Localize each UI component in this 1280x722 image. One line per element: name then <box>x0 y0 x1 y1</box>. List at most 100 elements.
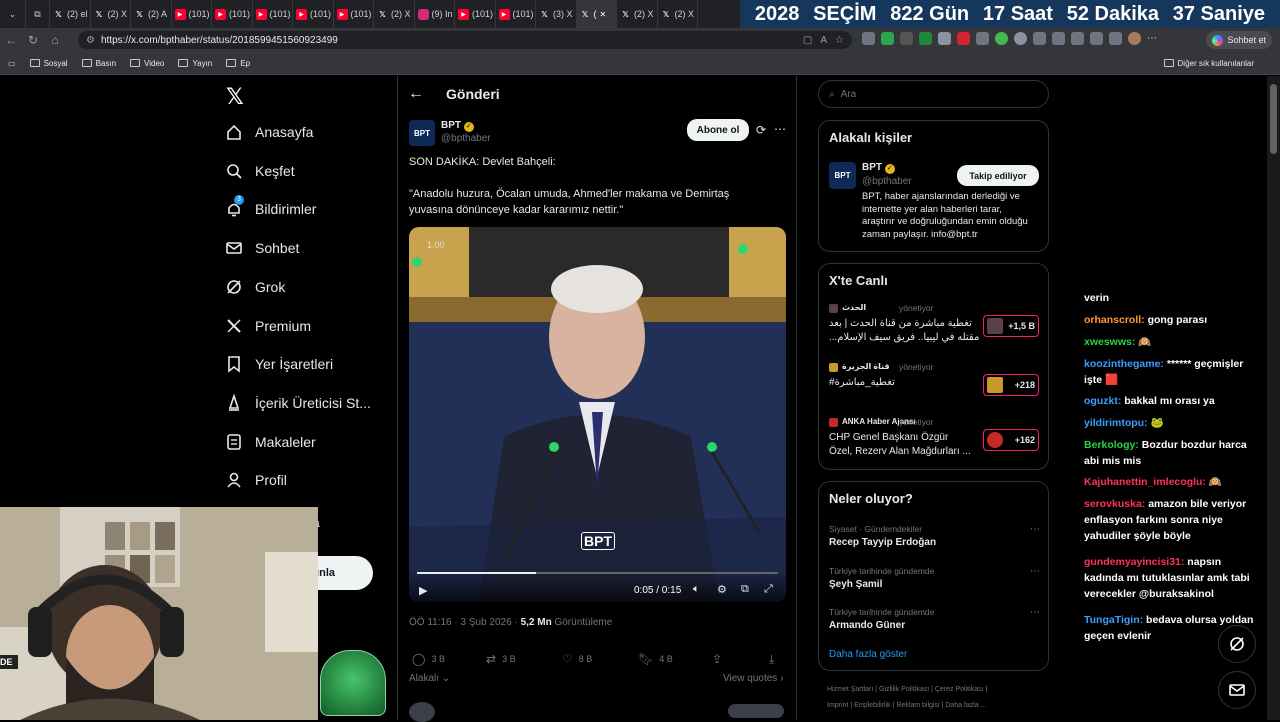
split-screen-icon[interactable] <box>1033 32 1046 45</box>
extension-icon[interactable] <box>938 32 951 45</box>
grok-icon[interactable]: ⟳ <box>756 123 766 137</box>
browser-tab[interactable]: 𝕏 (2) el <box>50 0 91 28</box>
live-item[interactable]: الحدث yönetiyor تغطية مباشرة من قناة الحدث… <box>829 303 1044 353</box>
footer-links-1[interactable]: Hizmet Şartları | Gizlilik Politikası | … <box>827 686 987 693</box>
relevance-dropdown[interactable]: Alakalı ⌄ <box>409 673 450 684</box>
reply-button[interactable]: ◯ 3 B <box>412 652 445 666</box>
close-tab-icon[interactable]: ✕ <box>600 10 607 19</box>
sidebar-item-sohbet[interactable]: Sohbet <box>225 239 299 257</box>
sidebar-item-i-çerik-üreticisi-st-[interactable]: İçerik Üreticisi St... <box>225 393 371 412</box>
live-listener-count[interactable]: +1,5 B <box>983 315 1039 337</box>
live-listener-count[interactable]: +162 <box>983 429 1039 451</box>
live-listener-count[interactable]: +218 <box>983 374 1039 396</box>
live-item[interactable]: ANKA Haber Ajansı yönetiyor CHP Genel Başk… <box>829 417 1044 467</box>
related-avatar[interactable]: BPT <box>829 162 856 189</box>
browser-tab[interactable]: ▶ (101) <box>212 0 253 28</box>
trend-item[interactable]: Türkiye tarihinde gündemde Şeyh Şamil ⋯ <box>829 566 1044 602</box>
grok-floating-button[interactable] <box>1218 625 1256 663</box>
sidebar-item-anasayfa[interactable]: Anasayfa <box>225 123 313 141</box>
more-options-icon[interactable]: ⋯ <box>1030 607 1040 618</box>
show-more-link[interactable]: Daha fazla göster <box>829 649 907 660</box>
heart-icon[interactable] <box>1090 32 1103 45</box>
settings-gear-icon[interactable]: ⚙ <box>717 583 727 596</box>
live-item[interactable]: قناة الجزيرة yönetiyor #تغطية_مباشرة +218 <box>829 362 1044 412</box>
extension-icon[interactable] <box>919 32 932 45</box>
browser-tab[interactable]: 𝕏 (2) X <box>617 0 658 28</box>
browser-tab[interactable]: ▶ (101) <box>172 0 212 28</box>
browser-tab[interactable]: 𝕏 (3) X <box>536 0 577 28</box>
reading-list-icon[interactable]: ▭ <box>8 59 16 68</box>
refresh-button[interactable]: ↻ <box>22 29 44 51</box>
video-player[interactable]: 1.00 BPT ▶ 0:05 / 0:15 🔈︎ ⚙ ⧉ ⤢ <box>409 227 786 602</box>
bookmark-folder[interactable]: Video <box>130 59 164 68</box>
sidebar-item-premium[interactable]: Premium <box>225 317 311 335</box>
view-quotes-link[interactable]: View quotes › <box>723 673 783 684</box>
browser-tab[interactable]: ▶ (101) <box>293 0 334 28</box>
browser-tab[interactable]: 𝕏 (2) A <box>131 0 172 28</box>
x-logo-icon[interactable]: 𝕏 <box>226 84 244 110</box>
star-icon[interactable]: ☆ <box>835 35 844 46</box>
like-button[interactable]: ♡ 8 B <box>562 652 592 666</box>
browser-tab[interactable]: (9) In <box>415 0 455 28</box>
trend-item[interactable]: Türkiye tarihinde gündemde Armando Güner ⋯ <box>829 607 1044 643</box>
browser-tab[interactable]: 𝕏 (2) X <box>374 0 415 28</box>
more-options-icon[interactable]: ⋯ <box>1030 524 1040 535</box>
sidebar-item-makaleler[interactable]: Makaleler <box>225 433 316 451</box>
more-icon[interactable]: ⋯ <box>1147 32 1160 45</box>
back-arrow-icon[interactable]: ← <box>408 85 424 103</box>
browser-tab[interactable]: ▶ (101) <box>253 0 293 28</box>
author-name[interactable]: BPT ✓ <box>441 120 474 132</box>
home-button[interactable]: ⌂ <box>44 29 66 51</box>
author-avatar[interactable]: BPT <box>409 120 435 146</box>
play-icon[interactable]: ▶ <box>419 584 427 597</box>
subscribe-button[interactable]: Abone ol <box>687 119 749 141</box>
copilot-chat-button[interactable]: Sohbet et <box>1206 31 1272 49</box>
sidebar-item-yer-i-şaretleri[interactable]: Yer İşaretleri <box>225 355 333 373</box>
extension-icon[interactable] <box>862 32 875 45</box>
bookmark-button[interactable]: 🔖︎ 4 B <box>638 652 673 666</box>
extension-icon[interactable] <box>900 32 913 45</box>
repost-button[interactable]: ⇄ 3 B <box>486 652 516 666</box>
more-options-icon[interactable]: ⋯ <box>1030 566 1040 577</box>
extension-icon[interactable] <box>995 32 1008 45</box>
favorites-icon[interactable] <box>1071 32 1084 45</box>
browser-tab[interactable]: 𝕏 (2) X <box>658 0 698 28</box>
bookmark-folder[interactable]: Yayın <box>178 59 212 68</box>
browser-tab[interactable]: ▶ (101) <box>496 0 536 28</box>
sidebar-item-keşfet[interactable]: Keşfet <box>225 162 295 180</box>
search-input[interactable]: ⌕ Ara <box>818 80 1049 108</box>
browser-tab[interactable]: 𝕏 (✕ <box>576 0 617 28</box>
read-aloud-icon[interactable]: A <box>820 35 827 46</box>
volume-icon[interactable]: 🔈︎ <box>693 583 700 596</box>
tab-list-button[interactable]: ⌄ <box>0 0 26 28</box>
reply-pill[interactable] <box>728 704 784 718</box>
bookmark-folder[interactable]: Ep <box>226 59 250 68</box>
pip-icon[interactable]: ⧉ <box>741 583 749 596</box>
sidebar-item-grok[interactable]: Grok <box>225 278 285 296</box>
page-scrollbar[interactable] <box>1267 76 1280 720</box>
trend-item[interactable]: Siyaset · Gündemdekiler Recep Tayyip Erdo… <box>829 524 1044 560</box>
browser-tab[interactable]: ▶ (101) <box>455 0 496 28</box>
footer-links-2[interactable]: Imprint | Erişilebilirlik | Reklam bilgi… <box>827 702 987 709</box>
author-handle[interactable]: @bpthaber <box>441 133 491 144</box>
more-options-icon[interactable]: ⋯ <box>774 122 786 136</box>
extension-icon[interactable] <box>881 32 894 45</box>
related-name[interactable]: BPT ✓ <box>862 162 895 174</box>
profile-avatar[interactable] <box>1128 32 1141 45</box>
browser-tab[interactable]: 𝕏 (2) X <box>91 0 131 28</box>
collections-icon[interactable] <box>1109 32 1122 45</box>
settings-icon[interactable] <box>1052 32 1065 45</box>
browser-tab[interactable]: ▶ (101) <box>334 0 374 28</box>
fullscreen-icon[interactable]: ⤢ <box>764 583 773 596</box>
messages-floating-button[interactable] <box>1218 671 1256 709</box>
scrollbar-thumb[interactable] <box>1270 84 1277 154</box>
workspaces-button[interactable]: ⧉ <box>26 0 50 28</box>
puzzle-icon[interactable] <box>1014 32 1027 45</box>
bookmark-folder[interactable]: Sosyal <box>29 59 68 68</box>
post-timestamp[interactable]: ÖÖ 11:16 · 3 Şub 2026 · <box>409 617 521 628</box>
other-favorites[interactable]: Diğer sık kullanılanlar <box>1163 59 1254 68</box>
app-icon[interactable]: ▢ <box>803 35 812 46</box>
following-button[interactable]: Takip ediliyor <box>957 165 1039 186</box>
download-button[interactable]: ⤓ <box>769 652 774 667</box>
extension-icon[interactable] <box>957 32 970 45</box>
